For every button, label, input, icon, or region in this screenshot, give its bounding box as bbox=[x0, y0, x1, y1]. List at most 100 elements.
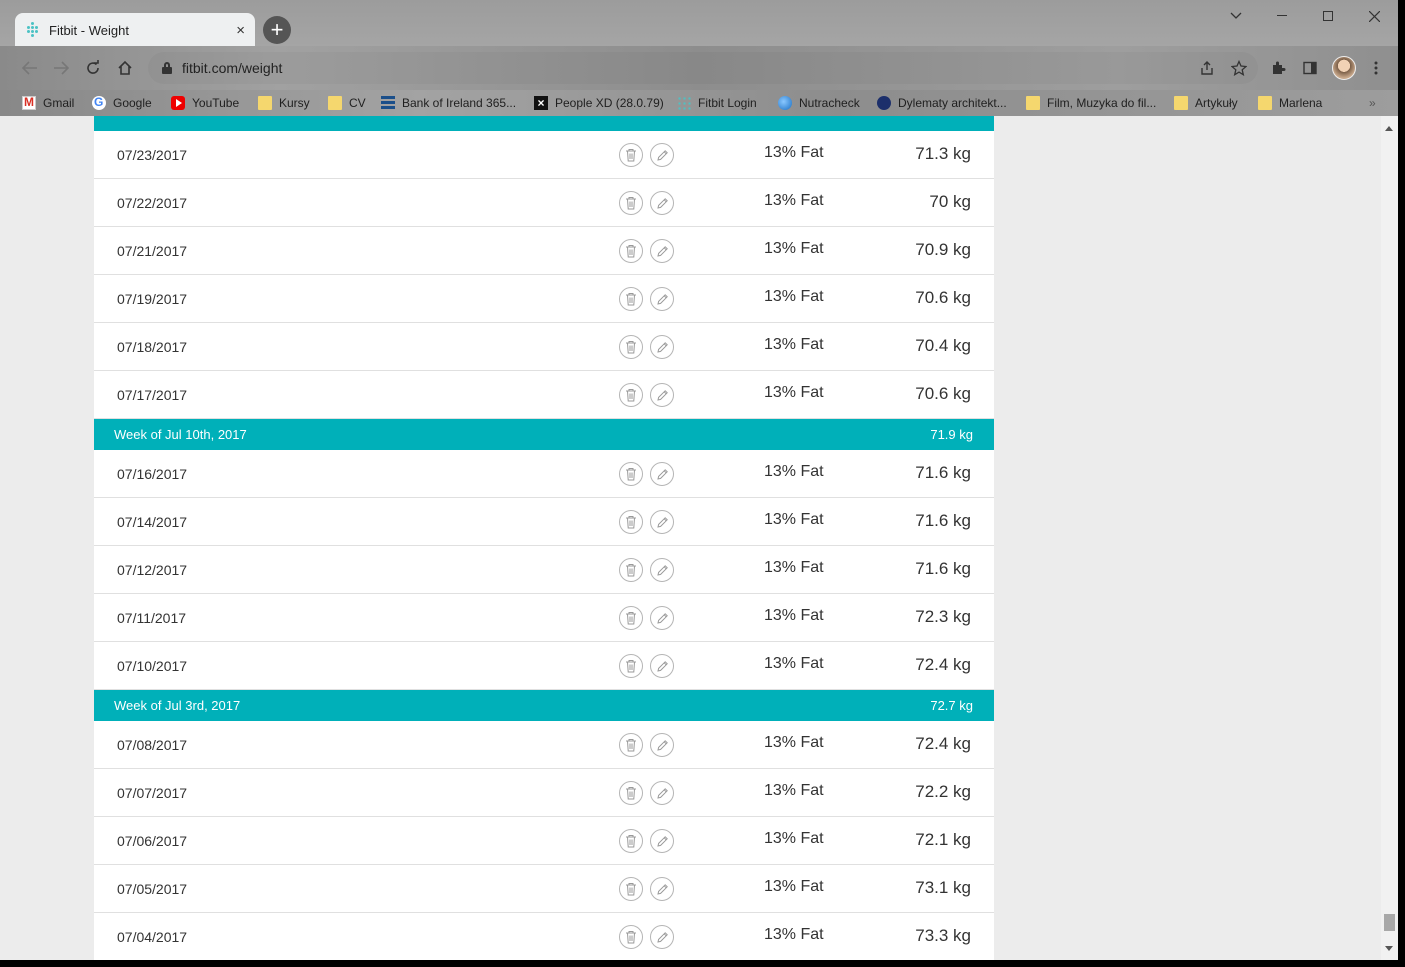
bookmark-label: Gmail bbox=[43, 96, 75, 110]
entry-fat: 13% Fat bbox=[764, 192, 824, 209]
entry-fat: 13% Fat bbox=[764, 655, 824, 672]
scrollbar-thumb[interactable] bbox=[1384, 914, 1395, 931]
pencil-icon bbox=[656, 564, 669, 577]
bookmark-dylematy[interactable]: Dylematy architekt... bbox=[877, 94, 1007, 112]
scroll-down-arrow-icon[interactable] bbox=[1385, 946, 1393, 951]
page-content: 07/23/2017 13% Fat 71.3 kg 07/22/2017 13% Fa… bbox=[0, 116, 1381, 960]
tab-search-icon[interactable] bbox=[1213, 4, 1259, 28]
edit-button[interactable] bbox=[650, 558, 674, 582]
bookmark-folder-cv[interactable]: CV bbox=[328, 94, 366, 112]
trash-icon bbox=[625, 611, 637, 625]
edit-button[interactable] bbox=[650, 877, 674, 901]
edit-button[interactable] bbox=[650, 654, 674, 678]
edit-button[interactable] bbox=[650, 510, 674, 534]
bookmark-google[interactable]: Google bbox=[92, 94, 152, 112]
trash-icon bbox=[625, 786, 637, 800]
entry-weight: 72.2 kg bbox=[915, 782, 971, 801]
menu-kebab-icon[interactable] bbox=[1366, 58, 1386, 78]
delete-button[interactable] bbox=[619, 877, 643, 901]
close-window-icon[interactable] bbox=[1351, 4, 1397, 28]
edit-button[interactable] bbox=[650, 287, 674, 311]
bookmark-folder-film[interactable]: Film, Muzyka do fil... bbox=[1026, 94, 1156, 112]
delete-button[interactable] bbox=[619, 191, 643, 215]
delete-button[interactable] bbox=[619, 335, 643, 359]
entry-weight: 72.4 kg bbox=[915, 655, 971, 674]
maximize-icon[interactable] bbox=[1305, 4, 1351, 28]
edit-button[interactable] bbox=[650, 239, 674, 263]
delete-button[interactable] bbox=[619, 510, 643, 534]
extensions-icon[interactable] bbox=[1268, 58, 1288, 78]
browser-window: Fitbit - Weight × + fitbit.com/weight M … bbox=[0, 0, 1398, 960]
edit-button[interactable] bbox=[650, 829, 674, 853]
pencil-icon bbox=[656, 931, 669, 944]
edit-button[interactable] bbox=[650, 606, 674, 630]
bookmark-gmail[interactable]: Gmail bbox=[22, 94, 74, 112]
home-icon[interactable] bbox=[113, 56, 137, 80]
delete-button[interactable] bbox=[619, 925, 643, 949]
entry-weight: 71.3 kg bbox=[915, 144, 971, 163]
address-bar[interactable]: fitbit.com/weight bbox=[148, 52, 1258, 84]
delete-button[interactable] bbox=[619, 606, 643, 630]
back-arrow-icon[interactable] bbox=[18, 56, 42, 80]
pencil-icon bbox=[656, 883, 669, 896]
edit-button[interactable] bbox=[650, 383, 674, 407]
edit-button[interactable] bbox=[650, 733, 674, 757]
entry-fat: 13% Fat bbox=[764, 384, 824, 401]
trash-icon bbox=[625, 340, 637, 354]
delete-button[interactable] bbox=[619, 558, 643, 582]
table-row: 07/06/2017 13% Fat 72.1 kg bbox=[94, 817, 994, 865]
new-tab-button[interactable]: + bbox=[263, 16, 291, 44]
bookmark-people-xd[interactable]: × People XD (28.0.79) bbox=[534, 94, 664, 112]
bookmark-label: Artykuły bbox=[1195, 96, 1238, 110]
delete-button[interactable] bbox=[619, 781, 643, 805]
trash-icon bbox=[625, 292, 637, 306]
browser-tab[interactable]: Fitbit - Weight × bbox=[15, 13, 255, 47]
side-panel-icon[interactable] bbox=[1300, 58, 1320, 78]
bookmark-folder-marlena[interactable]: Marlena bbox=[1258, 94, 1322, 112]
edit-button[interactable] bbox=[650, 335, 674, 359]
bookmark-fitbit-login[interactable]: Fitbit Login bbox=[677, 94, 757, 112]
entry-date: 07/12/2017 bbox=[117, 562, 188, 578]
delete-button[interactable] bbox=[619, 733, 643, 757]
delete-button[interactable] bbox=[619, 239, 643, 263]
delete-button[interactable] bbox=[619, 383, 643, 407]
google-icon bbox=[92, 95, 106, 110]
entry-fat: 13% Fat bbox=[764, 336, 824, 353]
minimize-icon[interactable] bbox=[1259, 4, 1305, 28]
edit-button[interactable] bbox=[650, 191, 674, 215]
bookmark-nutracheck[interactable]: Nutracheck bbox=[778, 94, 860, 112]
bookmark-folder-artykuly[interactable]: Artykuły bbox=[1174, 94, 1238, 112]
gmail-icon bbox=[22, 95, 36, 110]
tab-close-icon[interactable]: × bbox=[236, 22, 245, 39]
table-row: 07/08/2017 13% Fat 72.4 kg bbox=[94, 721, 994, 769]
pencil-icon bbox=[656, 787, 669, 800]
entry-date: 07/18/2017 bbox=[117, 339, 188, 355]
trash-icon bbox=[625, 515, 637, 529]
reload-icon[interactable] bbox=[81, 56, 105, 80]
title-bar: Fitbit - Weight × + bbox=[0, 0, 1398, 47]
people-xd-icon: × bbox=[534, 96, 548, 110]
bookmark-star-icon[interactable] bbox=[1229, 58, 1249, 78]
delete-button[interactable] bbox=[619, 287, 643, 311]
bookmark-folder-kursy[interactable]: Kursy bbox=[258, 94, 310, 112]
forward-arrow-icon[interactable] bbox=[49, 56, 73, 80]
delete-button[interactable] bbox=[619, 654, 643, 678]
share-icon[interactable] bbox=[1197, 58, 1217, 78]
table-row: 07/22/2017 13% Fat 70 kg bbox=[94, 179, 994, 227]
url-text: fitbit.com/weight bbox=[182, 60, 283, 76]
delete-button[interactable] bbox=[619, 462, 643, 486]
delete-button[interactable] bbox=[619, 143, 643, 167]
entry-date: 07/23/2017 bbox=[117, 147, 188, 163]
edit-button[interactable] bbox=[650, 143, 674, 167]
bookmark-youtube[interactable]: YouTube bbox=[171, 94, 239, 112]
delete-button[interactable] bbox=[619, 829, 643, 853]
entry-fat: 13% Fat bbox=[764, 926, 824, 943]
scroll-up-arrow-icon[interactable] bbox=[1385, 126, 1393, 131]
bookmarks-overflow-icon[interactable]: » bbox=[1369, 96, 1376, 110]
page-scrollbar[interactable] bbox=[1381, 116, 1398, 960]
bookmark-bank-of-ireland[interactable]: Bank of Ireland 365... bbox=[381, 94, 516, 112]
edit-button[interactable] bbox=[650, 462, 674, 486]
edit-button[interactable] bbox=[650, 925, 674, 949]
profile-avatar[interactable] bbox=[1332, 56, 1356, 80]
edit-button[interactable] bbox=[650, 781, 674, 805]
